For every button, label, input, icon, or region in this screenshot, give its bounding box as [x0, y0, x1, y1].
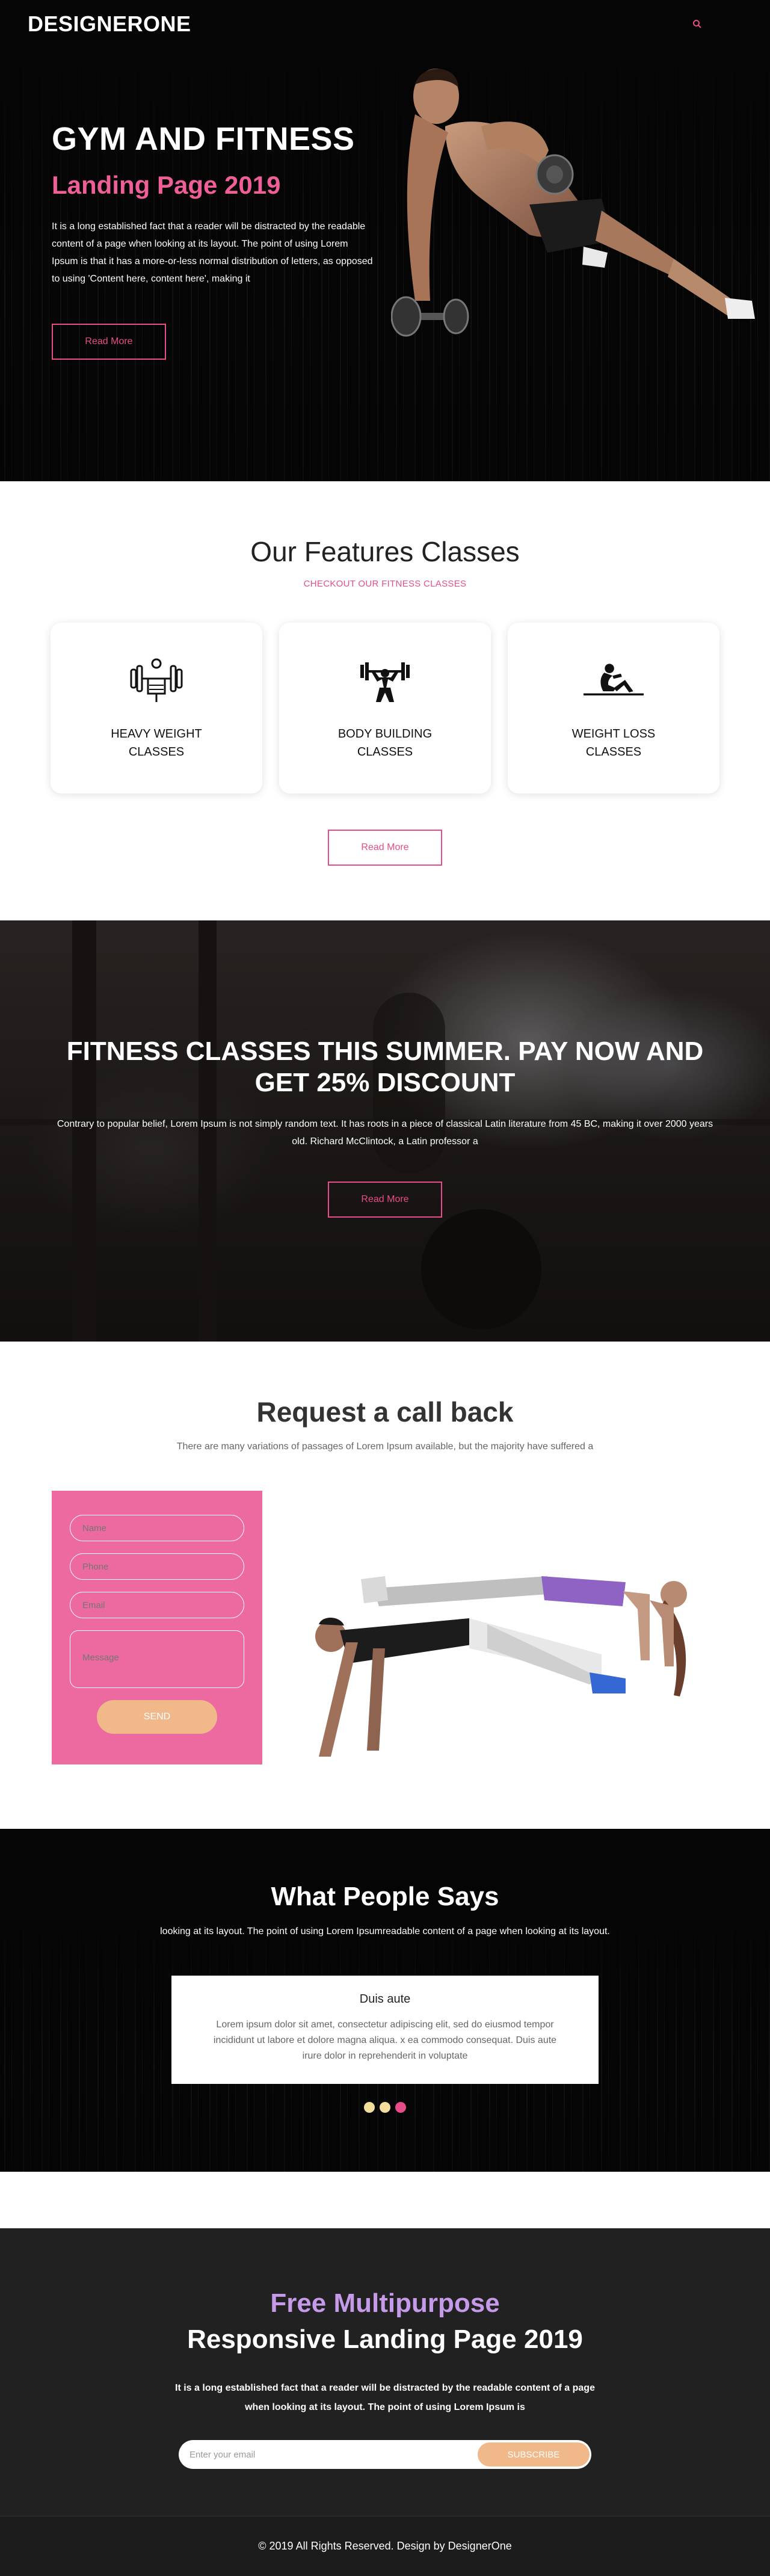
- callback-section: Request a call back There are many varia…: [0, 1342, 770, 1829]
- testimonial-card: Duis aute Lorem ipsum dolor sit amet, co…: [171, 1976, 599, 2084]
- carousel-dot-1[interactable]: [364, 2102, 375, 2113]
- section-spacer: [0, 2172, 770, 2228]
- feature-card-weight-loss[interactable]: WEIGHT LOSS CLASSES: [508, 623, 719, 793]
- promo-read-more-button[interactable]: Read More: [328, 1182, 442, 1218]
- testimonial-quote: Lorem ipsum dolor sit amet, consectetur …: [213, 2020, 557, 2061]
- feature-card-label: BODY BUILDING CLASSES: [337, 727, 433, 759]
- callback-title: Request a call back: [256, 1396, 514, 1428]
- hero-subtitle: Landing Page 2019: [52, 171, 281, 199]
- carousel-dots: [0, 2102, 770, 2113]
- features-title: Our Features Classes: [250, 536, 520, 567]
- site-footer: © 2019 All Rights Reserved. Design by De…: [0, 2516, 770, 2576]
- feature-cards: HEAVY WEIGHT CLASSES BODY BUILDING CLASS…: [0, 623, 770, 793]
- newsletter-title: Responsive Landing Page 2019: [187, 2325, 583, 2354]
- promo-content: FITNESS CLASSES THIS SUMMER. PAY NOW AND…: [0, 1036, 770, 1218]
- situp-icon: [584, 656, 644, 704]
- email-field[interactable]: [70, 1592, 244, 1618]
- carousel-dot-2[interactable]: [380, 2102, 390, 2113]
- subscribe-button[interactable]: SUBSCRIBE: [478, 2442, 590, 2467]
- feature-card-body-building[interactable]: BODY BUILDING CLASSES: [279, 623, 491, 793]
- promo-section: FITNESS CLASSES THIS SUMMER. PAY NOW AND…: [0, 920, 770, 1342]
- callback-subtitle: There are many variations of passages of…: [176, 1441, 594, 1452]
- copyright-text: © 2019 All Rights Reserved. Design by De…: [258, 2540, 512, 2552]
- hero-title: GYM AND FITNESS: [52, 121, 355, 157]
- bodybuilder-icon: [355, 656, 415, 704]
- testimonial-author: Duis aute: [359, 1992, 411, 2006]
- search-button[interactable]: [688, 15, 706, 33]
- feature-card-label: WEIGHT LOSS CLASSES: [571, 727, 656, 759]
- partner-workout-image: [315, 1576, 687, 1757]
- testimonials-content: What People Says looking at its layout. …: [0, 1829, 770, 2113]
- newsletter-paragraph: It is a long established fact that a rea…: [175, 2383, 595, 2412]
- newsletter-section: Free Multipurpose Responsive Landing Pag…: [0, 2228, 770, 2516]
- top-nav: DESIGNERONE: [0, 0, 770, 48]
- features-kicker: CHECKOUT OUR FITNESS CLASSES: [303, 579, 467, 589]
- testimonials-section: What People Says looking at its layout. …: [0, 1829, 770, 2172]
- site-logo[interactable]: DESIGNERONE: [28, 11, 191, 37]
- carousel-dot-3[interactable]: [395, 2102, 406, 2113]
- phone-field[interactable]: [70, 1553, 244, 1580]
- features-section: Our Features Classes CHECKOUT OUR FITNES…: [0, 481, 770, 920]
- hero-read-more-button[interactable]: Read More: [52, 324, 166, 360]
- email-input[interactable]: [189, 2449, 478, 2460]
- hero-paragraph: It is a long established fact that a rea…: [52, 221, 373, 284]
- hero-section: DESIGNERONE GYM AND FITNESS Landing Page…: [0, 0, 770, 481]
- hero-text: GYM AND FITNESS Landing Page 2019 It is …: [52, 120, 389, 360]
- weightlifter-icon: [126, 656, 186, 704]
- name-field[interactable]: [70, 1515, 244, 1541]
- promo-title: FITNESS CLASSES THIS SUMMER. PAY NOW AND…: [66, 1037, 704, 1097]
- testimonials-title: What People Says: [271, 1882, 499, 1911]
- feature-card-heavy-weight[interactable]: HEAVY WEIGHT CLASSES: [51, 623, 262, 793]
- send-button[interactable]: SEND: [97, 1700, 217, 1734]
- subscribe-form: SUBSCRIBE: [179, 2440, 591, 2469]
- hero-athlete-image: [391, 69, 755, 337]
- features-read-more-button[interactable]: Read More: [328, 830, 442, 866]
- promo-paragraph: Contrary to popular belief, Lorem Ipsum …: [57, 1119, 713, 1147]
- callback-form: SEND: [52, 1491, 262, 1764]
- testimonials-subtitle: looking at its layout. The point of usin…: [160, 1926, 610, 1937]
- message-field[interactable]: [70, 1630, 244, 1688]
- feature-card-label: HEAVY WEIGHT CLASSES: [111, 727, 202, 759]
- search-icon: [693, 20, 701, 28]
- newsletter-kicker: Free Multipurpose: [270, 2288, 500, 2318]
